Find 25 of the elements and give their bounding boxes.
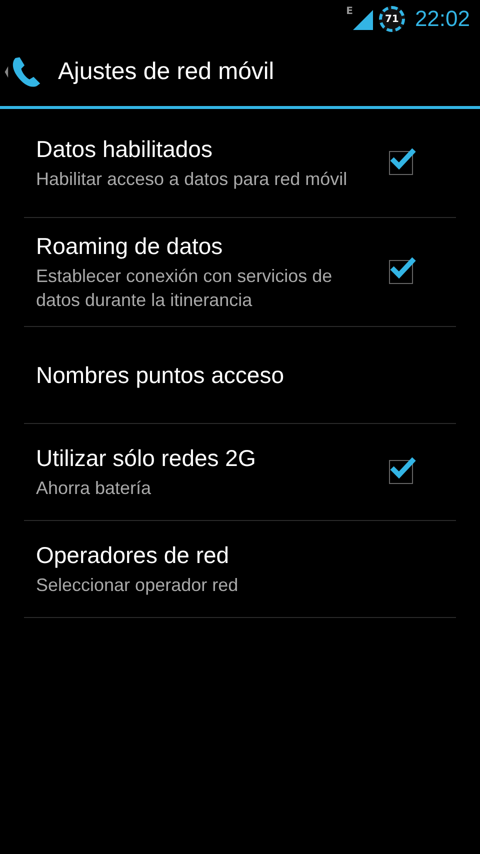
check-icon [389, 255, 417, 279]
settings-item[interactable]: Operadores de red Seleccionar operador red [24, 521, 456, 618]
network-type: E [346, 6, 353, 17]
settings-item[interactable]: Nombres puntos acceso [24, 327, 456, 424]
checkbox[interactable] [389, 260, 413, 284]
setting-title: Utilizar sólo redes 2G [36, 444, 257, 472]
setting-title: Nombres puntos acceso [36, 362, 286, 388]
check-icon [389, 146, 417, 170]
settings-item[interactable]: Roaming de datos Establecer conexión con servicios de datos durante la itinerancia [24, 218, 456, 327]
battery-indicator: 71 [378, 6, 405, 32]
setting-title: Roaming de datos [36, 232, 224, 260]
signal-icon [352, 10, 373, 30]
setting-title: Datos habilitados [36, 136, 214, 162]
screen-title: Ajustes de red móvil [58, 58, 274, 86]
checkbox[interactable] [389, 460, 413, 484]
setting-summary: Ahorra batería [36, 476, 152, 500]
setting-summary: Habilitar acceso a datos para red móvil [36, 168, 348, 190]
clock: 22:02 [414, 6, 470, 32]
settings-item[interactable]: Utilizar sólo redes 2G Ahorra batería [24, 424, 456, 521]
checkbox[interactable] [389, 151, 413, 175]
setting-summary: Establecer conexión con servicios de datos durante la itinerancia [36, 264, 334, 312]
setting-summary: Seleccionar operador red [36, 574, 240, 596]
check-icon [389, 455, 417, 479]
settings-item[interactable]: Datos habilitados Habilitar acceso a datos para red móvil [24, 109, 456, 218]
setting-title: Operadores de red [36, 542, 230, 568]
